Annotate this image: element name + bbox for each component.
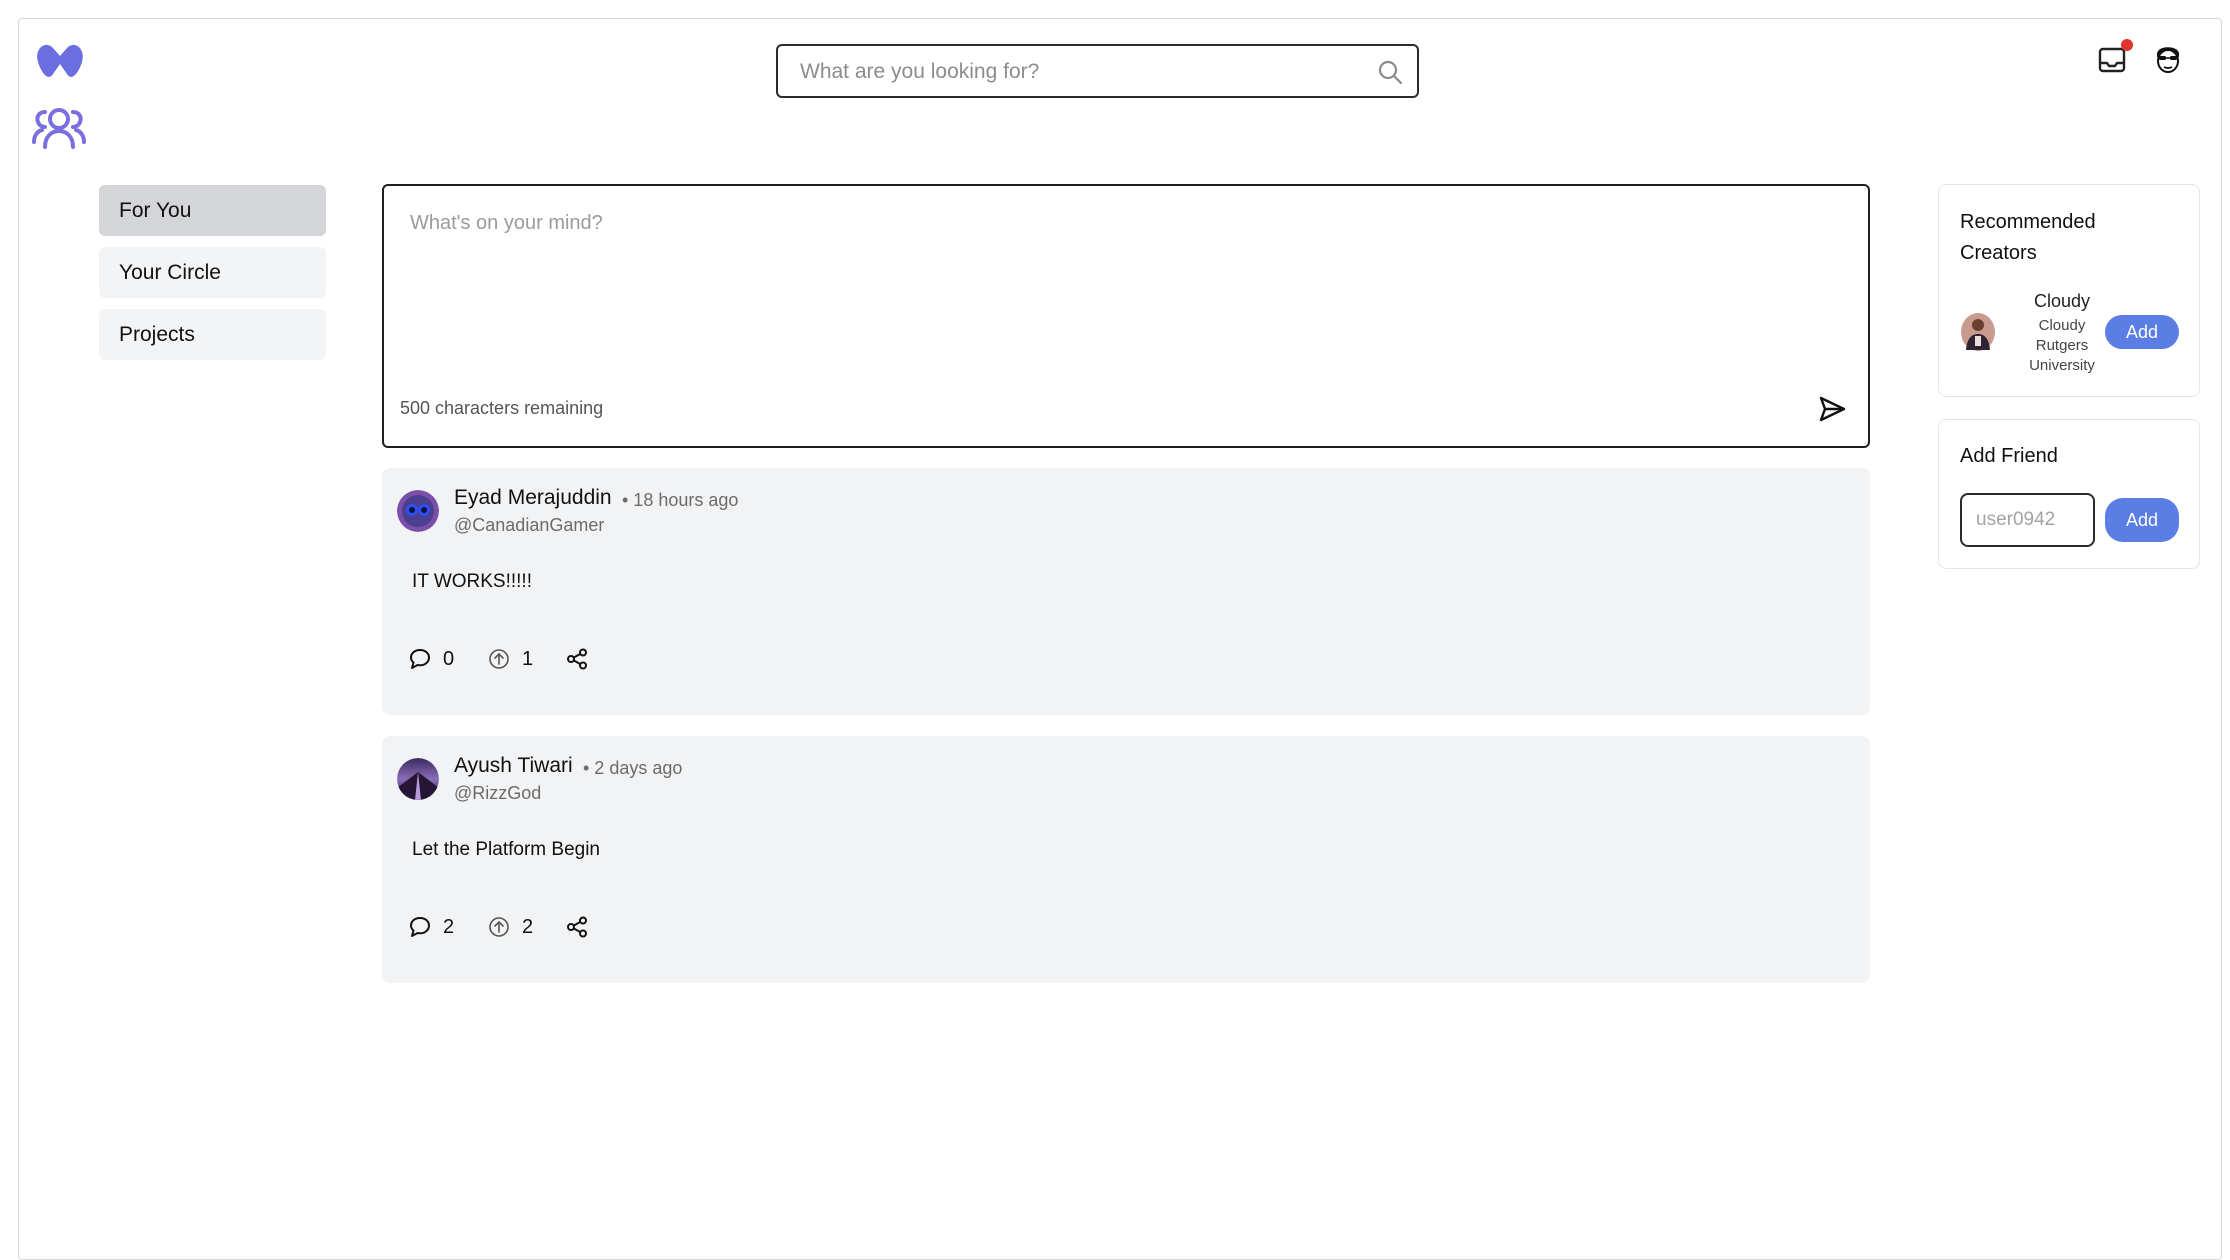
post-timestamp: • 2 days ago bbox=[583, 758, 683, 778]
friends-icon[interactable] bbox=[30, 102, 88, 150]
send-icon[interactable] bbox=[1817, 394, 1847, 424]
composer-input[interactable] bbox=[408, 210, 1832, 344]
post-timestamp: • 18 hours ago bbox=[622, 490, 739, 510]
add-friend-title: Add Friend bbox=[1960, 445, 2058, 467]
comment-button[interactable]: 0 bbox=[409, 646, 454, 672]
post-body: Let the Platform Begin bbox=[412, 839, 600, 860]
author-handle[interactable]: @RizzGod bbox=[454, 783, 541, 804]
post-body: IT WORKS!!!!! bbox=[412, 571, 532, 592]
share-button[interactable] bbox=[566, 914, 600, 940]
nav-item-your-circle[interactable]: Your Circle bbox=[99, 247, 326, 298]
comment-count: 2 bbox=[443, 915, 455, 938]
nav-item-projects[interactable]: Projects bbox=[99, 309, 326, 360]
post-card: Eyad Merajuddin • 18 hours ago @Canadian… bbox=[382, 468, 1870, 715]
user-avatar[interactable] bbox=[2150, 40, 2186, 76]
creator-subtitle: Cloudy bbox=[2038, 317, 2086, 334]
upvote-count: 1 bbox=[522, 647, 534, 670]
author-name[interactable]: Ayush Tiwari bbox=[454, 754, 573, 778]
author-avatar[interactable] bbox=[397, 758, 439, 800]
recommended-creators-card: Recommended Creators Cloudy Cloudy Rutge… bbox=[1938, 184, 2200, 397]
upvote-button[interactable]: 1 bbox=[488, 646, 533, 672]
author-name[interactable]: Eyad Merajuddin bbox=[454, 486, 612, 510]
search-input[interactable] bbox=[798, 46, 1362, 98]
comment-icon bbox=[410, 649, 430, 669]
comment-button[interactable]: 2 bbox=[409, 914, 454, 940]
comment-icon bbox=[410, 917, 430, 937]
post-composer: 500 characters remaining bbox=[382, 184, 1870, 448]
notification-dot bbox=[2121, 39, 2133, 51]
share-icon bbox=[567, 648, 587, 670]
comment-count: 0 bbox=[443, 647, 455, 670]
upvote-button[interactable]: 2 bbox=[488, 914, 533, 940]
share-icon bbox=[567, 916, 587, 938]
upvote-count: 2 bbox=[522, 915, 534, 938]
search-icon[interactable] bbox=[1377, 59, 1403, 85]
add-friend-button[interactable]: Add bbox=[2105, 498, 2179, 542]
logo-icon[interactable] bbox=[34, 38, 86, 84]
friend-username-input[interactable] bbox=[1960, 493, 2095, 547]
recommended-title: Recommended Creators bbox=[1960, 211, 2096, 264]
author-handle[interactable]: @CanadianGamer bbox=[454, 515, 604, 536]
creator-school-line2: University bbox=[2029, 357, 2095, 374]
share-button[interactable] bbox=[566, 646, 600, 672]
upvote-icon bbox=[489, 649, 509, 669]
nav-item-for-you[interactable]: For You bbox=[99, 185, 326, 236]
creator-avatar[interactable] bbox=[1960, 312, 1996, 352]
add-friend-card: Add Friend Add bbox=[1938, 419, 2200, 569]
creator-name[interactable]: Cloudy bbox=[2011, 291, 2113, 312]
post-card: Ayush Tiwari • 2 days ago @RizzGod Let t… bbox=[382, 736, 1870, 983]
char-counter: 500 characters remaining bbox=[400, 398, 604, 418]
author-avatar[interactable] bbox=[397, 490, 439, 532]
search-bar bbox=[776, 44, 1419, 98]
creator-school-line1: Rutgers bbox=[2035, 337, 2089, 354]
add-creator-button[interactable]: Add bbox=[2105, 315, 2179, 349]
upvote-icon bbox=[489, 917, 509, 937]
